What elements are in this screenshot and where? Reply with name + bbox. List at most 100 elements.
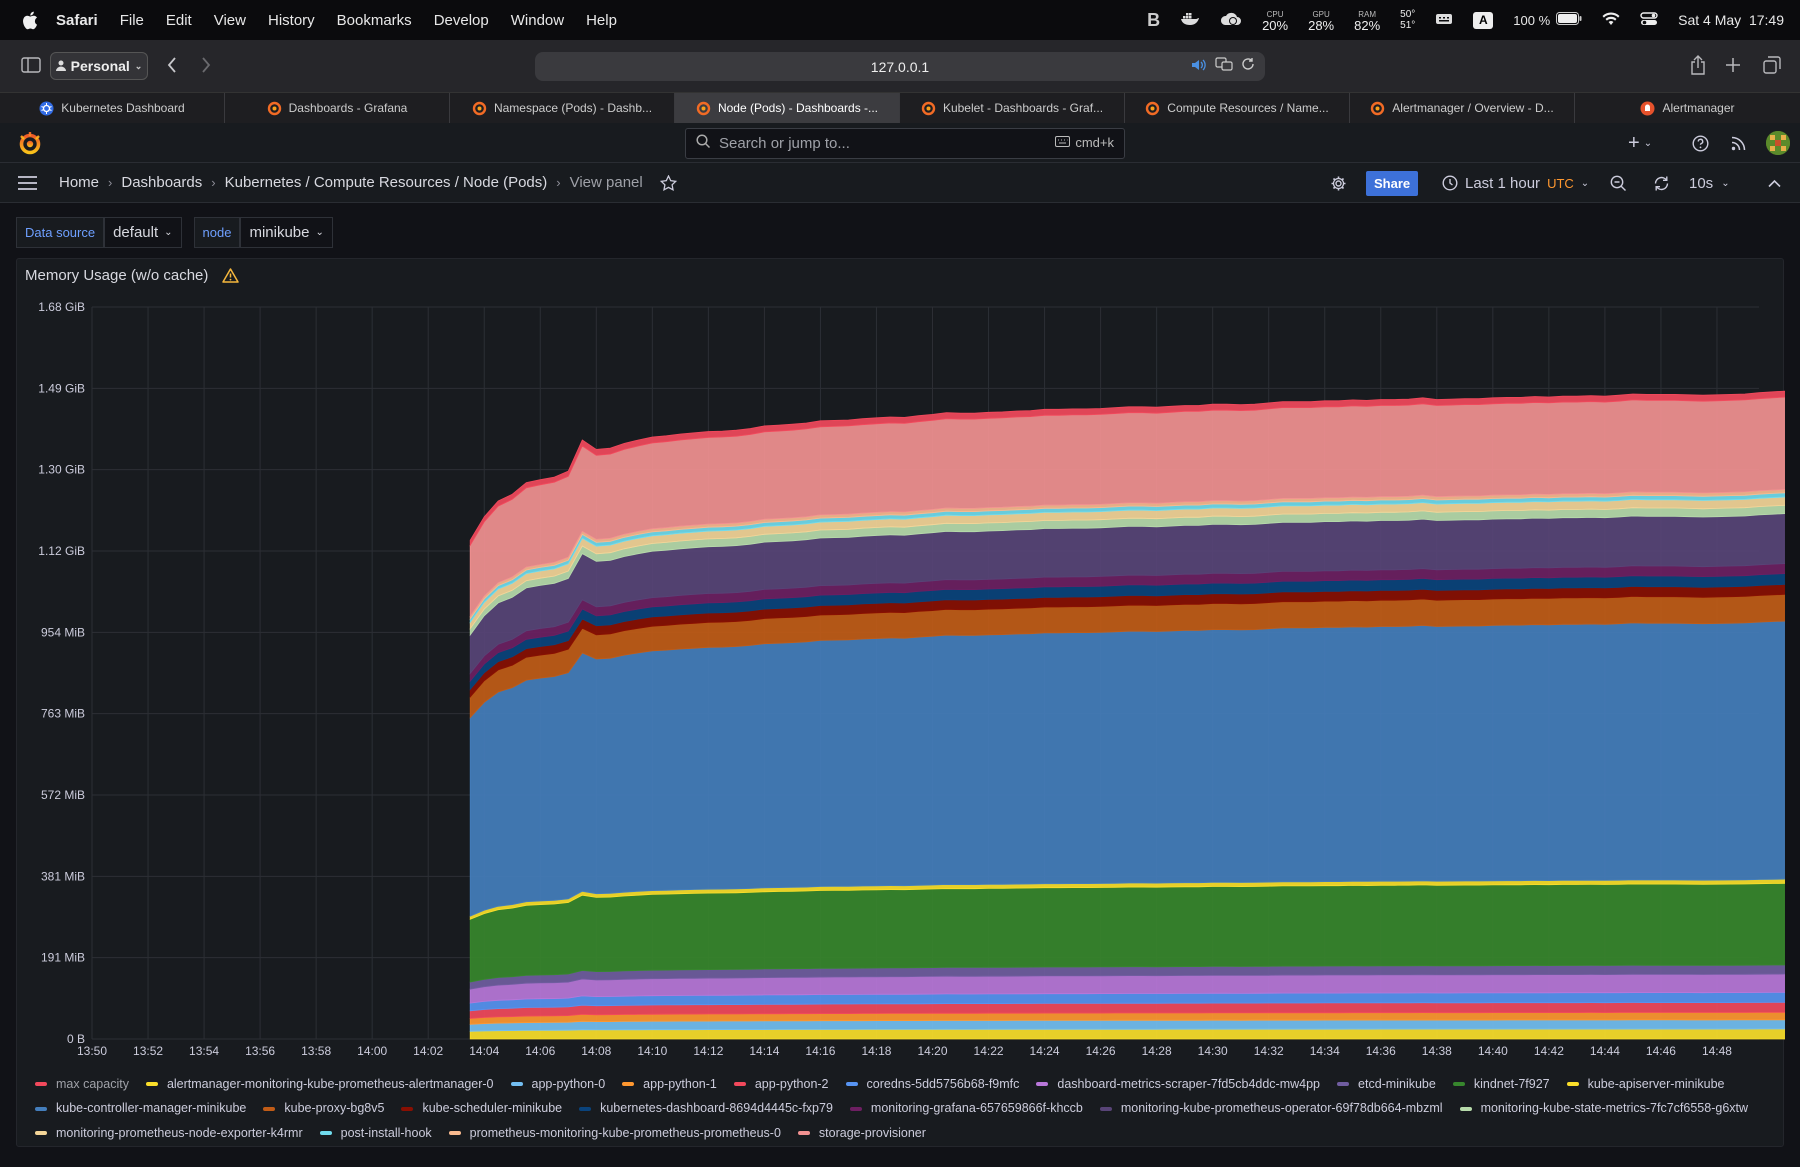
menu-bookmarks[interactable]: Bookmarks	[337, 12, 412, 29]
dashboard-settings-icon[interactable]	[1330, 163, 1347, 203]
reload-icon[interactable]	[1241, 57, 1255, 74]
battery-icon[interactable]	[1556, 12, 1582, 28]
tab-node-pods[interactable]: Node (Pods) - Dashboards -...	[675, 93, 900, 123]
share-button[interactable]: Share	[1366, 170, 1419, 196]
legend-item[interactable]: kindnet-7f927	[1452, 1073, 1550, 1096]
address-bar[interactable]: 127.0.0.1	[535, 52, 1265, 81]
add-new-button[interactable]: + ⌄	[1628, 133, 1652, 154]
refresh-interval-picker[interactable]: 10s ⌄	[1689, 163, 1730, 203]
x-tick-label: 14:46	[1646, 1044, 1676, 1058]
news-rss-icon[interactable]	[1731, 136, 1746, 156]
x-tick-label: 14:02	[413, 1044, 443, 1058]
tab-label: Dashboards - Grafana	[288, 101, 408, 115]
x-tick-label: 14:12	[693, 1044, 723, 1058]
search-input[interactable]: Search or jump to... cmd+k	[685, 128, 1125, 159]
legend-item[interactable]: post-install-hook	[319, 1122, 432, 1145]
new-tab-icon[interactable]	[1724, 56, 1742, 74]
keyboard-brightness-icon[interactable]	[1435, 12, 1453, 28]
legend-item[interactable]: app-python-2	[733, 1073, 829, 1096]
zoom-out-icon[interactable]	[1610, 163, 1627, 203]
legend-item[interactable]: app-python-1	[622, 1073, 717, 1096]
legend-item[interactable]: monitoring-prometheus-node-exporter-k4rm…	[35, 1122, 303, 1145]
legend-item[interactable]: monitoring-kube-state-metrics-7fc7cf6558…	[1459, 1097, 1749, 1120]
y-tick-label: 763 MiB	[41, 707, 85, 721]
control-center-icon[interactable]	[1640, 11, 1658, 29]
x-tick-label: 14:06	[525, 1044, 555, 1058]
legend-item[interactable]: kubernetes-dashboard-8694d4445c-fxp79	[579, 1097, 833, 1120]
tab-kubernetes-dashboard[interactable]: Kubernetes Dashboard	[0, 93, 225, 123]
legend-item[interactable]: kube-proxy-bg8v5	[263, 1097, 384, 1120]
share-page-icon[interactable]	[1688, 53, 1708, 77]
menu-view[interactable]: View	[214, 12, 246, 29]
profile-selector[interactable]: Personal ⌄	[50, 52, 148, 80]
x-tick-label: 14:34	[1310, 1044, 1340, 1058]
sidebar-toggle-icon[interactable]	[20, 56, 42, 74]
breadcrumb-dashboards[interactable]: Dashboards	[121, 174, 202, 191]
legend-item[interactable]: monitoring-kube-prometheus-operator-69f7…	[1099, 1097, 1443, 1120]
grafana-icon	[1145, 101, 1160, 116]
legend-item[interactable]: app-python-0	[510, 1073, 605, 1096]
menu-develop[interactable]: Develop	[434, 12, 489, 29]
tab-alertmanager[interactable]: Alertmanager	[1575, 93, 1800, 123]
menu-safari[interactable]: Safari	[56, 12, 98, 29]
legend-swatch	[145, 1082, 158, 1086]
tab-namespace-pods[interactable]: Namespace (Pods) - Dashb...	[450, 93, 675, 123]
legend-swatch	[1036, 1082, 1049, 1086]
translate-icon[interactable]	[1215, 57, 1233, 74]
forward-icon[interactable]	[198, 55, 214, 75]
node-select[interactable]: minikube ⌄	[240, 217, 333, 248]
menu-window[interactable]: Window	[511, 12, 564, 29]
docker-icon[interactable]	[1180, 12, 1200, 29]
warning-icon[interactable]	[222, 268, 240, 283]
input-source-icon[interactable]: A	[1473, 11, 1494, 29]
chevron-right-icon: ›	[556, 175, 561, 190]
time-picker[interactable]: Last 1 hour UTC ⌄	[1442, 163, 1589, 203]
x-tick-label: 14:22	[974, 1044, 1004, 1058]
menu-hamburger-icon[interactable]	[18, 175, 37, 190]
tab-overview-icon[interactable]	[1762, 55, 1782, 75]
datasource-select[interactable]: default ⌄	[104, 217, 182, 248]
legend-item[interactable]: max capacity	[35, 1073, 129, 1096]
legend-item[interactable]: kube-controller-manager-minikube	[35, 1097, 246, 1120]
legend-swatch	[622, 1082, 635, 1086]
legend-item[interactable]: etcd-minikube	[1337, 1073, 1436, 1096]
wifi-icon[interactable]	[1602, 11, 1620, 29]
legend-item[interactable]: kube-scheduler-minikube	[401, 1097, 562, 1120]
collapse-chevron-up-icon[interactable]	[1768, 163, 1781, 203]
bold-b-icon[interactable]: B	[1147, 10, 1160, 31]
cloud-sync-icon[interactable]	[1220, 11, 1242, 30]
legend-item[interactable]: kube-apiserver-minikube	[1566, 1073, 1724, 1096]
legend-item[interactable]: storage-provisioner	[797, 1122, 926, 1145]
speaker-icon[interactable]	[1191, 58, 1207, 74]
panel-header: Memory Usage (w/o cache)	[25, 267, 240, 284]
apple-icon[interactable]	[18, 8, 42, 32]
menu-edit[interactable]: Edit	[166, 12, 192, 29]
legend-item[interactable]: prometheus-monitoring-kube-prometheus-pr…	[448, 1122, 781, 1145]
breadcrumb-home[interactable]: Home	[59, 174, 99, 191]
legend-swatch	[35, 1131, 47, 1135]
tab-alertmanager-overview[interactable]: Alertmanager / Overview - D...	[1350, 93, 1575, 123]
user-avatar[interactable]	[1766, 131, 1790, 155]
menu-help[interactable]: Help	[586, 12, 617, 29]
grafana-logo-icon[interactable]	[17, 130, 43, 161]
clock-datetime[interactable]: Sat 4 May 17:49	[1678, 12, 1784, 28]
legend-item[interactable]: alertmanager-monitoring-kube-prometheus-…	[145, 1073, 494, 1096]
legend-swatch	[797, 1131, 810, 1135]
star-icon[interactable]	[659, 174, 677, 191]
legend-label: monitoring-kube-state-metrics-7fc7cf6558…	[1480, 1101, 1749, 1115]
y-tick-label: 1.68 GiB	[38, 300, 85, 314]
tab-kubelet[interactable]: Kubelet - Dashboards - Graf...	[900, 93, 1125, 123]
legend-item[interactable]: monitoring-grafana-657659866f-khccb	[849, 1097, 1083, 1120]
breadcrumb-dashboard[interactable]: Kubernetes / Compute Resources / Node (P…	[225, 174, 548, 191]
back-icon[interactable]	[164, 55, 180, 75]
search-placeholder: Search or jump to...	[719, 135, 850, 152]
help-icon[interactable]	[1692, 135, 1709, 157]
tab-compute-resources[interactable]: Compute Resources / Name...	[1125, 93, 1350, 123]
menu-file[interactable]: File	[120, 12, 144, 29]
legend-item[interactable]: dashboard-metrics-scraper-7fd5cb4ddc-mw4…	[1036, 1073, 1320, 1096]
menu-history[interactable]: History	[268, 12, 315, 29]
refresh-icon[interactable]	[1653, 163, 1670, 203]
memory-usage-chart[interactable]: 0 B191 MiB381 MiB572 MiB763 MiB954 MiB1.…	[17, 259, 1785, 1069]
tab-dashboards-grafana[interactable]: Dashboards - Grafana	[225, 93, 450, 123]
legend-item[interactable]: coredns-5dd5756b68-f9mfc	[845, 1073, 1019, 1096]
